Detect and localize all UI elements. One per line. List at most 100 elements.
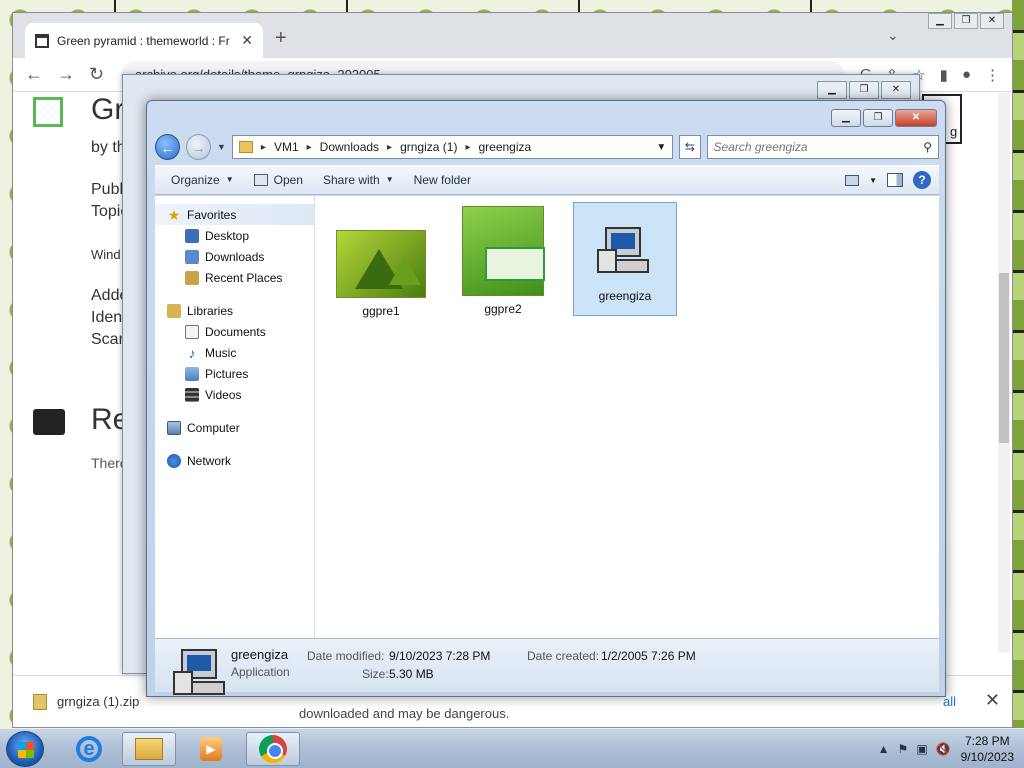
view-controls: ▼ ? [845,171,931,189]
desktop-icon [185,228,199,243]
minimize-button[interactable]: ▁ [831,109,861,127]
taskbar-chrome[interactable] [246,732,300,766]
folder-icon [238,141,253,153]
detail-filename: greengiza [231,647,289,662]
network-status-icon[interactable]: ▣ [916,742,927,756]
clock-time: 7:28 PM [964,734,1010,748]
close-button[interactable]: ✕ [895,109,937,127]
share-with-button[interactable]: Share with ▼ [315,168,402,192]
preview-pane-icon[interactable] [887,173,903,187]
download-warning: downloaded and may be dangerous. [299,706,510,721]
page-title: Gr [91,93,125,126]
maximize-button[interactable]: ❐ [849,81,879,99]
chrome-window-controls: ▁ ❐ ✕ [928,13,1004,29]
downloads-icon [185,249,199,264]
nav-documents[interactable]: Documents [155,321,314,342]
close-button[interactable]: ✕ [980,13,1004,29]
nav-network[interactable]: Network [155,450,314,471]
tab-title: Green pyramid : themeworld : Fr [57,33,230,48]
nav-favorites[interactable]: ★ Favorites [155,204,314,225]
search-input[interactable] [713,140,924,154]
page-byline[interactable]: by th [91,139,126,157]
minimize-button[interactable]: ▁ [817,81,847,99]
refresh-icon[interactable]: ⇆ [679,135,701,159]
nav-computer[interactable]: Computer [155,417,314,438]
explorer-window-controls: ▁ ❐ ✕ [831,109,937,127]
close-button[interactable]: ✕ [881,81,911,99]
help-icon[interactable]: ? [913,171,931,189]
nav-libraries[interactable]: Libraries [155,300,314,321]
tab-search-chevron-icon[interactable]: ⌄ [887,27,899,44]
media-player-icon: ▶ [200,737,222,761]
address-dropdown-icon[interactable]: ▼ [656,142,666,153]
nav-videos[interactable]: Videos [155,384,314,405]
maximize-button[interactable]: ❐ [863,109,893,127]
taskbar-media-player[interactable]: ▶ [184,732,238,766]
detail-size-value: 5.30 MB [389,667,434,681]
maximize-button[interactable]: ❐ [954,13,978,29]
view-chevron-down-icon[interactable]: ▼ [869,176,877,185]
detail-filetype: Application [231,665,290,679]
back-icon[interactable]: ← [25,64,43,85]
change-view-icon[interactable] [845,174,860,186]
download-item[interactable]: grngiza (1).zip [33,694,139,710]
detail-created-label: Date created: [527,649,600,663]
new-folder-button[interactable]: New folder [406,168,479,192]
nav-music[interactable]: ♪ Music [155,342,314,363]
file-item[interactable]: ggpre1 [329,202,433,318]
tab-close-icon[interactable]: ✕ [241,32,253,49]
organize-button[interactable]: Organize ▼ [163,168,242,192]
breadcrumb-item[interactable]: Downloads [320,140,379,154]
minimize-button[interactable]: ▁ [928,13,952,29]
scrollbar-thumb[interactable] [999,273,1009,443]
nav-pictures[interactable]: Pictures [155,363,314,384]
nav-recent-places[interactable]: Recent Places [155,267,314,288]
recent-places-icon [185,270,199,285]
action-center-icon[interactable]: ⚑ [898,742,909,756]
sidepanel-icon[interactable]: ▮ [940,66,948,84]
breadcrumb-item[interactable]: VM1 [274,140,299,154]
forward-icon[interactable]: → [57,64,75,85]
image-thumbnail-icon [336,230,426,298]
taskbar-internet-explorer[interactable]: e [62,732,116,766]
page-scrollbar[interactable] [998,93,1010,653]
star-icon: ★ [167,206,181,223]
search-box[interactable]: ⚲ [706,135,939,159]
taskbar-explorer[interactable] [122,732,176,766]
forward-button[interactable]: → [186,134,211,160]
breadcrumb-item[interactable]: greengiza [478,140,531,154]
browser-tab[interactable]: Green pyramid : themeworld : Fr ✕ [25,23,263,58]
file-name: ggpre2 [484,302,522,316]
clock[interactable]: 7:28 PM 9/10/2023 [961,733,1014,765]
menu-icon[interactable]: ⋮ [985,66,1000,84]
show-hidden-icons-icon[interactable]: ▲ [878,742,890,756]
libraries-icon [167,303,181,318]
reload-icon[interactable]: ↻ [89,64,105,85]
file-item[interactable]: ggpre2 [451,202,555,316]
chevron-down-icon: ▼ [225,175,234,184]
open-button[interactable]: Open [246,168,311,192]
command-bar: Organize ▼ Open Share with ▼ New folder ▼ … [155,165,939,195]
documents-icon [185,324,199,339]
chevron-down-icon: ▼ [385,175,394,184]
taskbar: e ▶ ▲ ⚑ ▣ 🔇 7:28 PM 9/10/2023 [0,728,1024,768]
breadcrumb[interactable]: ▸ VM1 ▸ Downloads ▸ grngiza (1) ▸ greeng… [231,135,674,159]
save-icon [33,97,63,127]
application-installer-icon [595,223,655,283]
application-installer-icon [171,645,225,695]
background-window-controls: ▁ ❐ ✕ [817,81,911,99]
nav-desktop[interactable]: Desktop [155,225,314,246]
nav-downloads[interactable]: Downloads [155,246,314,267]
recent-pages-chevron-icon[interactable]: ▼ [217,142,226,152]
volume-muted-icon[interactable]: 🔇 [936,742,951,756]
start-button[interactable] [6,731,44,767]
file-item-selected[interactable]: greengiza [573,202,677,316]
detail-modified-label: Date modified: [307,649,385,663]
profile-icon[interactable]: ● [962,66,971,84]
back-button[interactable]: ← [155,134,180,160]
meta-publish: Publ [91,181,124,198]
download-bar-close-icon[interactable]: ✕ [985,690,1000,711]
address-row: ← → ▼ ▸ VM1 ▸ Downloads ▸ grngiza (1) ▸ … [155,133,939,161]
breadcrumb-item[interactable]: grngiza (1) [400,140,457,154]
new-tab-icon[interactable]: + [275,27,287,50]
